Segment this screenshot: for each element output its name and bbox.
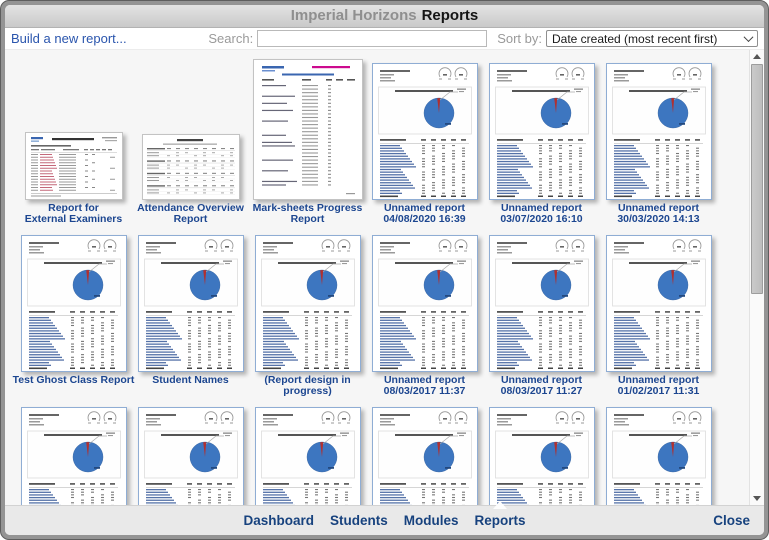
report-name: Unnamed report 30/03/2020 14:13 xyxy=(617,202,700,225)
sort-selected-value: Date created (most recent first) xyxy=(552,31,718,46)
sort-select[interactable]: Date created (most recent first) xyxy=(546,30,758,47)
search-input[interactable] xyxy=(257,30,488,47)
toolbar: Build a new report... Search: Sort by: D… xyxy=(5,28,764,50)
report-card[interactable] xyxy=(600,407,717,505)
scroll-up-button[interactable] xyxy=(750,50,764,63)
report-thumbnail xyxy=(252,59,363,200)
report-thumbnail xyxy=(137,235,244,372)
report-card[interactable]: Unnamed report 08/03/2017 11:27 xyxy=(483,235,600,407)
report-card[interactable] xyxy=(15,407,132,505)
report-card[interactable]: Unnamed report 04/08/2020 16:39 xyxy=(366,63,483,235)
page-title: Reports xyxy=(421,7,479,24)
report-card[interactable]: Unnamed report 03/07/2020 16:10 xyxy=(483,63,600,235)
chevron-down-icon xyxy=(743,32,754,43)
report-card[interactable]: Unnamed report 30/03/2020 14:13 xyxy=(600,63,717,235)
report-name: Unnamed report 01/02/2017 11:31 xyxy=(617,374,700,397)
report-thumbnail xyxy=(20,235,127,372)
tab-students[interactable]: Students xyxy=(330,513,388,528)
search-label: Search: xyxy=(208,31,254,46)
report-card[interactable]: (Report design in progress) xyxy=(249,235,366,407)
reports-panel: Imperial Horizons Reports Build a new rep… xyxy=(5,5,764,535)
title-bar: Imperial Horizons Reports xyxy=(5,5,764,28)
report-card[interactable]: Test Ghost Class Report xyxy=(12,235,135,407)
report-thumbnail xyxy=(605,235,712,372)
report-name: Student Names xyxy=(152,374,229,386)
arrow-down-icon xyxy=(753,496,761,501)
report-card[interactable] xyxy=(366,407,483,505)
app-title: Imperial Horizons xyxy=(290,7,417,24)
report-name: Unnamed report 03/07/2020 16:10 xyxy=(500,202,583,225)
report-name: Unnamed report 04/08/2020 16:39 xyxy=(383,202,466,225)
report-thumbnail xyxy=(488,235,595,372)
tab-dashboard[interactable]: Dashboard xyxy=(243,513,314,528)
report-thumbnail xyxy=(371,63,478,200)
report-card[interactable]: Unnamed report 01/02/2017 11:31 xyxy=(600,235,717,407)
report-thumbnail xyxy=(24,63,123,200)
report-thumbnail xyxy=(137,407,244,505)
report-thumbnail xyxy=(488,407,595,505)
report-name: (Report design in progress) xyxy=(264,374,351,397)
arrow-up-icon xyxy=(753,54,761,59)
reports-scroll-area: Report for External Examiners Attendance O… xyxy=(5,50,764,505)
report-card[interactable] xyxy=(483,407,600,505)
report-name: Test Ghost Class Report xyxy=(12,374,135,386)
footer-bar: Dashboard Students Modules Reports Close xyxy=(5,505,764,535)
close-button[interactable]: Close xyxy=(713,513,750,528)
report-card[interactable]: Report for External Examiners xyxy=(15,63,132,235)
report-thumbnail xyxy=(488,63,595,200)
report-card[interactable] xyxy=(249,407,366,505)
report-thumbnail xyxy=(605,407,712,505)
tab-reports[interactable]: Reports xyxy=(475,513,526,528)
tab-modules[interactable]: Modules xyxy=(404,513,459,528)
report-thumbnail xyxy=(141,63,240,200)
scroll-down-button[interactable] xyxy=(750,492,764,505)
report-thumbnail xyxy=(254,235,361,372)
report-card[interactable]: Unnamed report 08/03/2017 11:37 xyxy=(366,235,483,407)
report-card[interactable]: Mark-sheets Progress Report xyxy=(249,59,366,235)
scrollbar-thumb[interactable] xyxy=(751,64,763,294)
nav-tabs: Dashboard Students Modules Reports xyxy=(243,513,525,528)
reports-window: Imperial Horizons Reports Build a new rep… xyxy=(0,0,769,540)
report-card[interactable]: Attendance Overview Report xyxy=(132,63,249,235)
report-name: Mark-sheets Progress Report xyxy=(252,202,363,225)
report-card[interactable] xyxy=(132,407,249,505)
report-thumbnail xyxy=(605,63,712,200)
report-name: Unnamed report 08/03/2017 11:27 xyxy=(500,374,583,397)
vertical-scrollbar[interactable] xyxy=(749,50,764,505)
report-thumbnail xyxy=(371,235,478,372)
reports-grid: Report for External Examiners Attendance O… xyxy=(12,59,717,505)
report-name: Report for External Examiners xyxy=(24,202,123,225)
report-thumbnail xyxy=(254,407,361,505)
report-thumbnail xyxy=(20,407,127,505)
report-thumbnail xyxy=(371,407,478,505)
report-name: Unnamed report 08/03/2017 11:37 xyxy=(383,374,466,397)
report-card[interactable]: Student Names xyxy=(132,235,249,407)
report-name: Attendance Overview Report xyxy=(137,202,244,225)
sort-by-label: Sort by: xyxy=(497,31,542,46)
build-new-report-link[interactable]: Build a new report... xyxy=(11,31,127,46)
